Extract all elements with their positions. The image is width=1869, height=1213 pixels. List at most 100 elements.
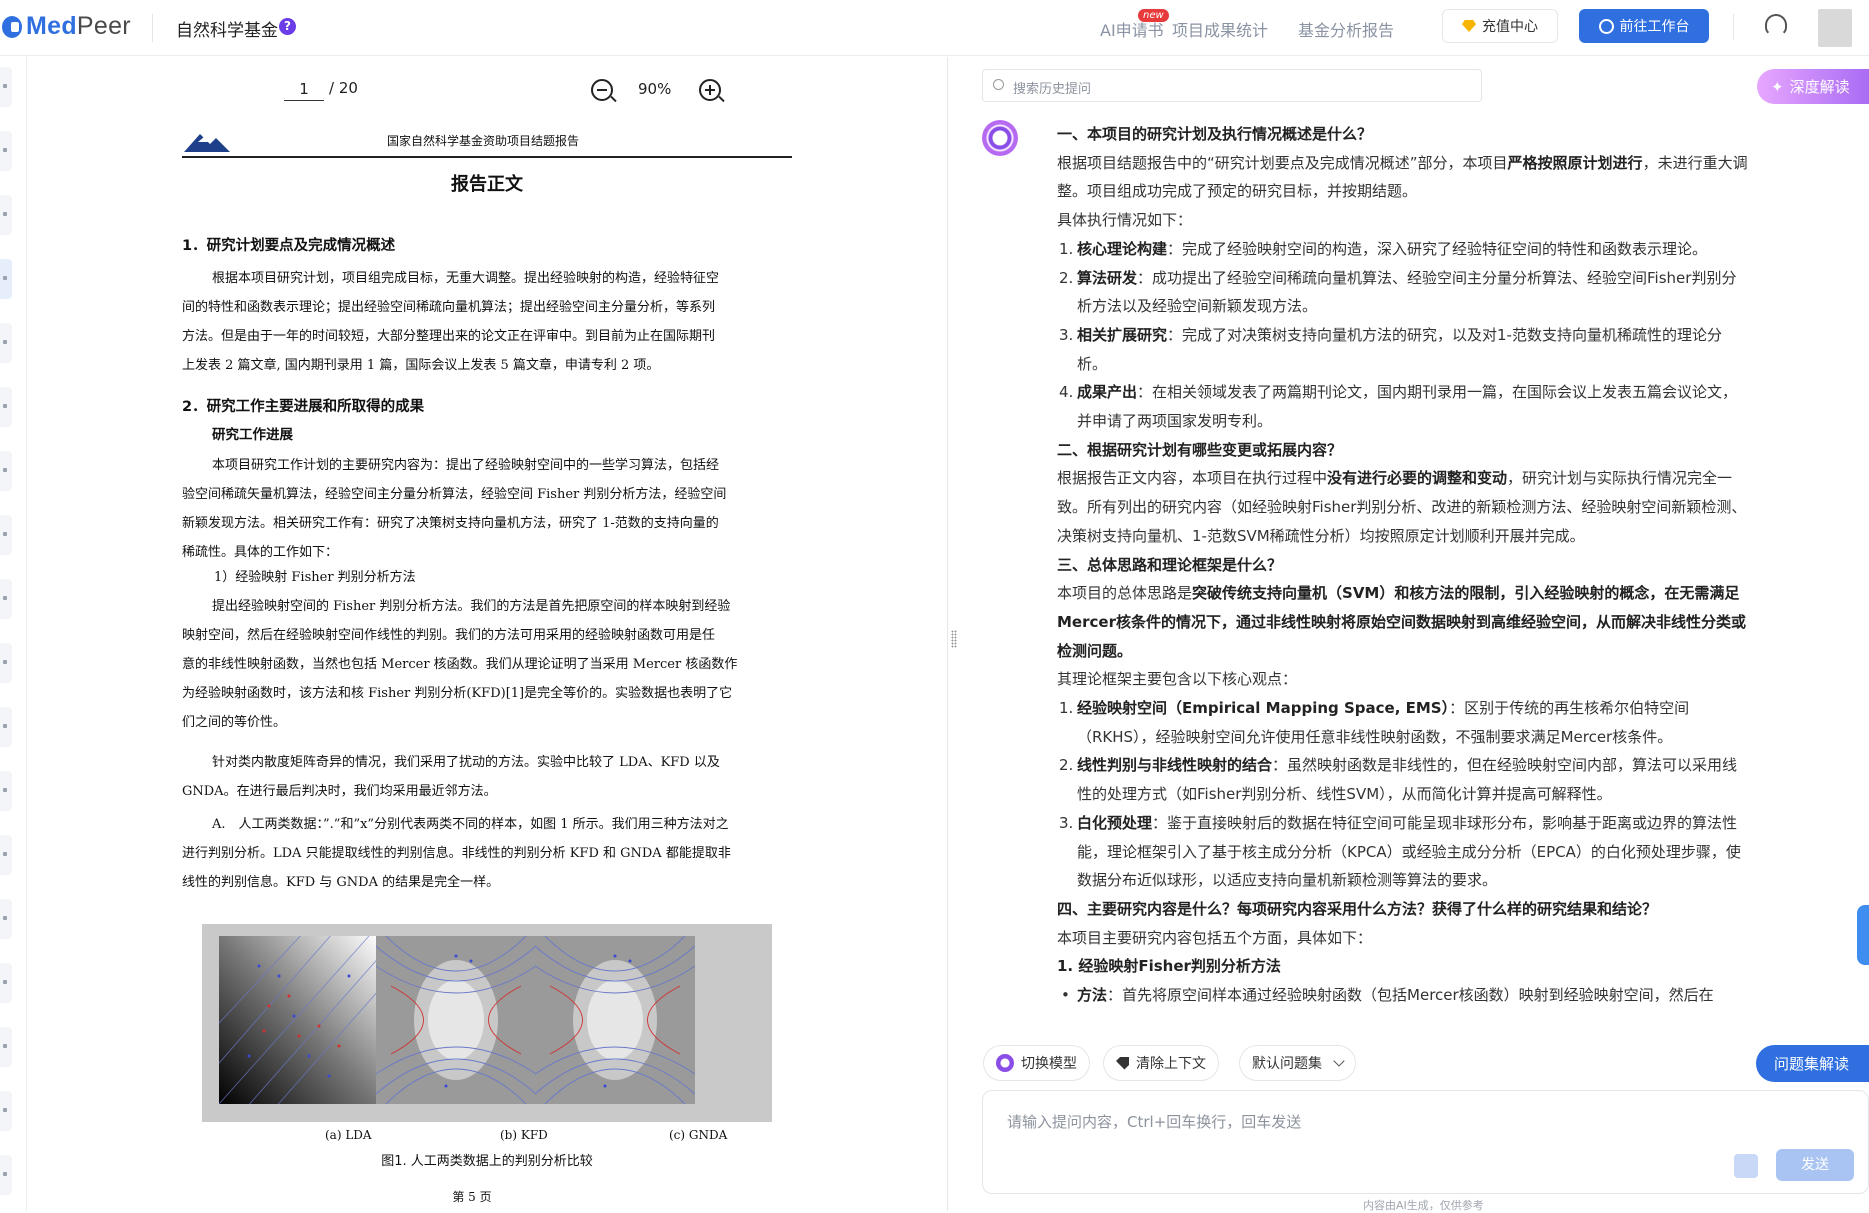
deep-read-label: 深度解读 (1789, 78, 1850, 96)
assistant-float-icon[interactable] (1857, 905, 1869, 965)
page-number-input[interactable]: 1 (284, 77, 324, 101)
workbench-button[interactable]: 前往工作台 (1579, 9, 1709, 43)
rail-tab[interactable] (0, 131, 12, 171)
drag-handle-icon[interactable] (951, 630, 957, 648)
figure-caption-b: (b) KFD (500, 1128, 548, 1142)
report-title: 报告正文 (451, 174, 523, 195)
answer-paragraph: 本项目主要研究内容包括五个方面，具体如下： (1057, 928, 1373, 947)
logo-icon (2, 15, 22, 38)
clear-context-label: 清除上下文 (1136, 1056, 1206, 1072)
workbench-label: 前往工作台 (1619, 19, 1690, 35)
answer-paragraph: 本项目的总体思路是突破传统支持向量机（SVM）和核方法的限制，引入经验映射的概念… (1057, 584, 1746, 660)
nav-project-stats[interactable]: 项目成果统计 (1172, 17, 1268, 41)
list-item: 1. 经验映射空间（Empirical Mapping Space, EMS）：区… (1059, 699, 1690, 746)
question-heading: 四、主要研究内容是什么？每项研究内容采用什么方法？获得了什么样的研究结果和结论？ (1057, 899, 1658, 918)
rail-tab[interactable] (0, 1155, 12, 1195)
rail-tab[interactable] (0, 963, 12, 1003)
history-search-input[interactable]: 搜索历史提问 (982, 69, 1482, 102)
zoom-level: 90% (638, 80, 672, 98)
list-item: 3. 相关扩展研究：完成了对决策树支持向量机方法的研究，以及对1-范数支持向量机稀… (1059, 325, 1722, 373)
rail-tab[interactable] (0, 771, 12, 811)
rail-tab[interactable] (0, 451, 12, 491)
zoom-out-icon[interactable] (591, 79, 617, 103)
gnda-plot (535, 936, 695, 1104)
logo-text: MedPeer (26, 12, 131, 40)
rail-tab[interactable] (0, 323, 12, 363)
deep-read-button[interactable]: ✦ 深度解读 (1757, 69, 1869, 104)
question-set-read-button[interactable]: 问题集解读 (1756, 1045, 1869, 1082)
list-item: 2. 线性判别与非线性映射的结合：虽然映射函数是非线性的，但在经验映射空间内部，算… (1059, 756, 1738, 804)
header-divider-right (1733, 14, 1734, 40)
rail-tab[interactable] (0, 707, 12, 747)
medpeer-logo[interactable]: MedPeer (0, 12, 131, 41)
rail-tab[interactable] (0, 1027, 12, 1067)
report-header: 国家自然科学基金资助项目结题报告 (182, 124, 792, 158)
section-heading: 1. 经验映射Fisher判别分析方法 (1057, 957, 1281, 976)
answer-paragraph: 根据项目结题报告中的“研究计划要点及完成情况概述”部分，本项目严格按照原计划进行… (1057, 153, 1748, 201)
question-heading: 三、总体思路和理论框架是什么？ (1057, 555, 1283, 574)
answer-paragraph: 其理论框架主要包含以下核心观点： (1057, 670, 1298, 689)
rail-tab[interactable] (0, 899, 12, 939)
rail-tab-active[interactable] (0, 259, 12, 299)
answer-paragraph: 根据报告正文内容，本项目在执行过程中没有进行必要的调整和变动，研究计划与实际执行… (1057, 469, 1747, 545)
paragraph: 根据本项目研究计划，项目组完成目标，无重大调整。提出经验映射的构造，经验特征空 … (182, 271, 720, 373)
question-set-label: 默认问题集 (1252, 1056, 1322, 1072)
nav-fund-report[interactable]: 基金分析报告 (1298, 17, 1394, 41)
rail-tab[interactable] (0, 643, 12, 683)
paragraph: 针对类内散度矩阵奇异的情况，我们采用了扰动的方法。实验中比较了 LDA、KFD … (182, 755, 720, 799)
figure-discriminant-comparison (202, 924, 772, 1122)
numbered-item: 1）经验映射 Fisher 判别分析方法 (214, 570, 416, 585)
send-button[interactable]: 发送 (1776, 1149, 1854, 1181)
switch-model-button[interactable]: 切换模型 (983, 1045, 1090, 1081)
page-footer-number: 第 5 页 (452, 1190, 492, 1204)
rail-tab[interactable] (0, 1091, 12, 1131)
question-heading: 二、根据研究计划有哪些变更或拓展内容？ (1057, 440, 1343, 459)
figure-caption-a: (a) LDA (325, 1128, 372, 1142)
answer-paragraph: 具体执行情况如下： (1057, 211, 1193, 230)
avatar[interactable] (1818, 9, 1852, 47)
page-total: / 20 (329, 79, 358, 97)
bookmark-icon[interactable] (1734, 1154, 1758, 1178)
rail-tab[interactable] (0, 195, 12, 235)
search-icon (993, 79, 1004, 90)
sub-heading: 研究工作进展 (212, 427, 293, 443)
figure-title: 图1. 人工两类数据上的判别分析比较 (381, 1154, 593, 1169)
rail-tab[interactable] (0, 387, 12, 427)
report-header-text: 国家自然科学基金资助项目结题报告 (387, 134, 580, 148)
rail-tab[interactable] (0, 579, 12, 619)
list-item: 3. 白化预处理：鉴于直接映射后的数据在特征空间可能呈现非球形分布，影响基于距离或… (1059, 813, 1741, 890)
rail-tab[interactable] (0, 515, 12, 555)
question-heading: 一、本项目的研究计划及执行情况概述是什么？ (1057, 125, 1373, 143)
panel-splitter[interactable] (947, 57, 948, 1211)
app-title: 自然科学基金 (176, 21, 278, 41)
list-item: 4. 成果产出：在相关领域发表了两篇期刊论文，国内期刊录用一篇，在国际会议上发表五… (1059, 383, 1738, 431)
rail-tab[interactable] (0, 67, 12, 107)
model-icon (996, 1054, 1014, 1072)
list-item: 1. 核心理论构建：完成了经验映射空间的构造，深入研究了经验特征空间的特性和函数表… (1059, 239, 1708, 258)
kfd-plot (376, 936, 536, 1104)
section-heading: 2．研究工作主要进展和所取得的成果 (182, 399, 425, 415)
top-bar: MedPeer 自然科学基金 ? AI申请书 new 项目成果统计 基金分析报告… (0, 0, 1869, 56)
recharge-button[interactable]: 充值中心 (1442, 9, 1558, 43)
zoom-in-icon[interactable] (699, 79, 725, 103)
paragraph: A. 人工两类数据：”.”和”x”分别代表两类不同的样本，如图 1 所示。我们用… (182, 817, 731, 890)
clear-context-button[interactable]: 清除上下文 (1103, 1045, 1219, 1081)
switch-model-label: 切换模型 (1021, 1056, 1077, 1072)
rail-divider (26, 57, 27, 1211)
eraser-icon (1116, 1056, 1129, 1070)
diamond-icon (1462, 20, 1476, 32)
list-item: 2. 算法研发：成功提出了经验空间稀疏向量机算法、经验空间主分量分析算法、经验空间… (1059, 268, 1737, 316)
ai-avatar-icon (982, 120, 1018, 156)
rail-tab[interactable] (0, 835, 12, 875)
pdf-toolbar: 1 / 20 90% (26, 57, 947, 117)
history-search-placeholder: 搜索历史提问 (1013, 82, 1092, 97)
question-set-dropdown[interactable]: 默认问题集 (1239, 1045, 1356, 1081)
lda-plot (219, 936, 379, 1104)
question-input[interactable]: 请输入提问内容，Ctrl+回车换行，回车发送 发送 (982, 1090, 1869, 1194)
answer-list: 1. 核心理论构建：完成了经验映射空间的构造，深入研究了经验特征空间的特性和函数表… (1057, 235, 1748, 436)
nsfc-logo-icon (184, 134, 230, 152)
help-icon[interactable]: ? (279, 18, 296, 35)
left-rail (0, 57, 14, 1211)
headset-icon[interactable] (1765, 14, 1787, 36)
paragraph: 本项目研究工作计划的主要研究内容为：提出了经验映射空间中的一些学习算法，包括经 … (182, 458, 727, 560)
